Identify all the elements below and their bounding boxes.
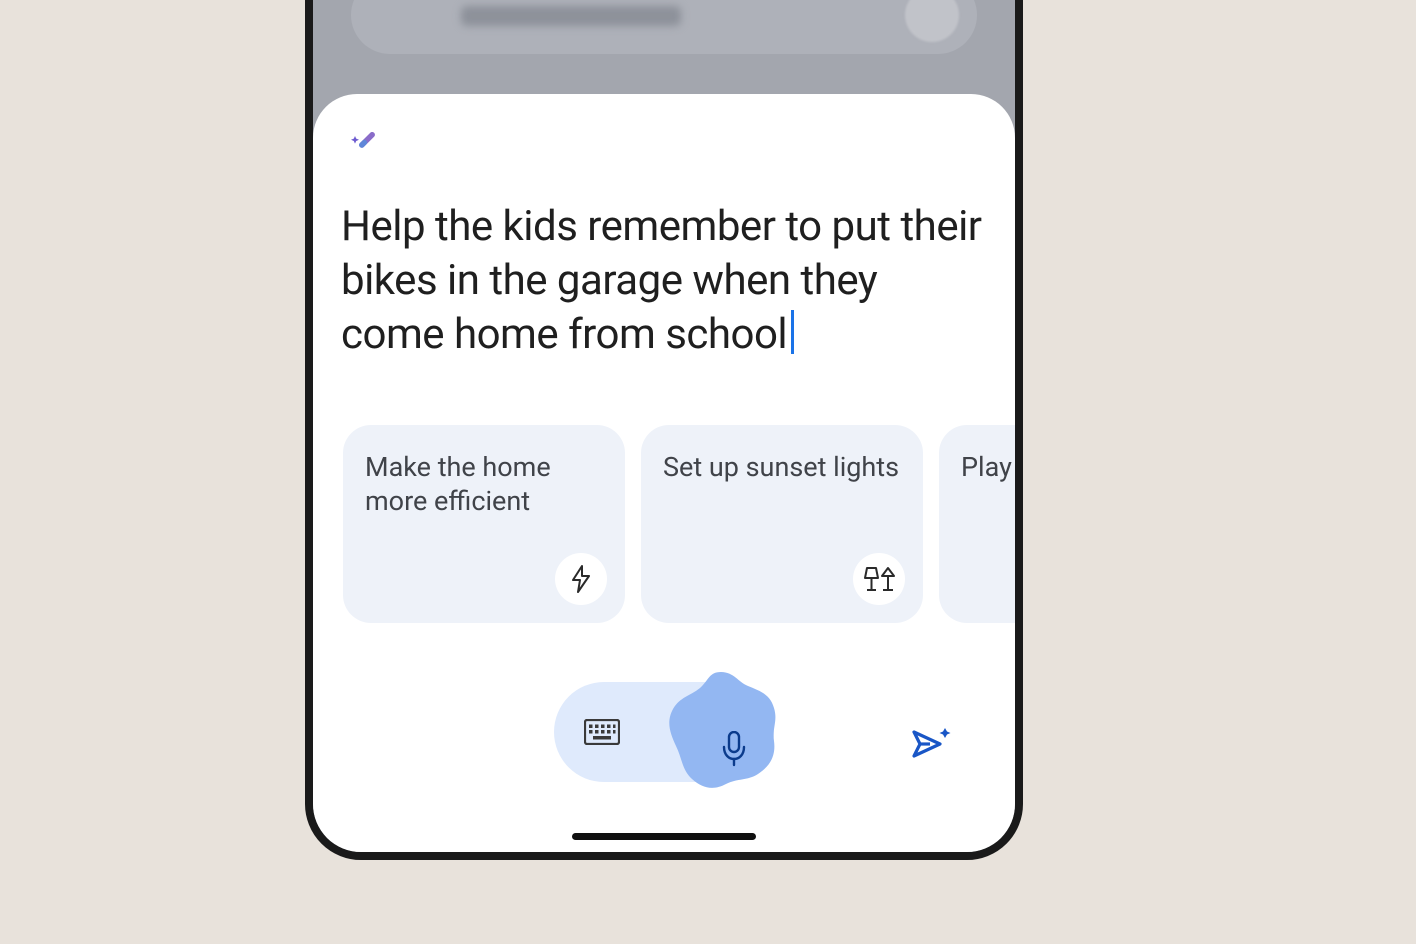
magic-wand-icon (343, 126, 381, 164)
prompt-text: Help the kids remember to put their bike… (341, 202, 982, 359)
suggestion-label: Set up sunset lights (663, 451, 901, 485)
suggestion-card-partial[interactable]: Play s when (939, 425, 1015, 623)
phone-screen: Help the kids remember to put their bike… (313, 0, 1015, 852)
bolt-icon (555, 553, 607, 605)
suggestion-label: Make the home more efficient (365, 451, 603, 519)
lamp-icon (853, 553, 905, 605)
keyboard-button[interactable] (554, 684, 650, 780)
suggestion-card-sunset[interactable]: Set up sunset lights (641, 425, 923, 623)
mic-button[interactable] (656, 666, 786, 796)
prompt-text-input[interactable]: Help the kids remember to put their bike… (341, 200, 987, 361)
send-icon (912, 724, 954, 760)
suggestion-label: Play s when (961, 451, 1015, 485)
home-indicator[interactable] (572, 833, 756, 840)
keyboard-icon (584, 719, 620, 745)
background-search-bar (351, 0, 977, 54)
input-mode-pill (554, 682, 774, 782)
blurred-avatar (905, 0, 959, 42)
send-button[interactable] (907, 716, 959, 768)
automation-sheet: Help the kids remember to put their bike… (313, 94, 1015, 852)
phone-frame: Help the kids remember to put their bike… (305, 0, 1023, 860)
text-cursor (791, 310, 794, 354)
blurred-text (461, 6, 681, 26)
suggestion-cards[interactable]: Make the home more efficient Set up suns… (343, 425, 987, 623)
suggestion-card-efficient[interactable]: Make the home more efficient (343, 425, 625, 623)
